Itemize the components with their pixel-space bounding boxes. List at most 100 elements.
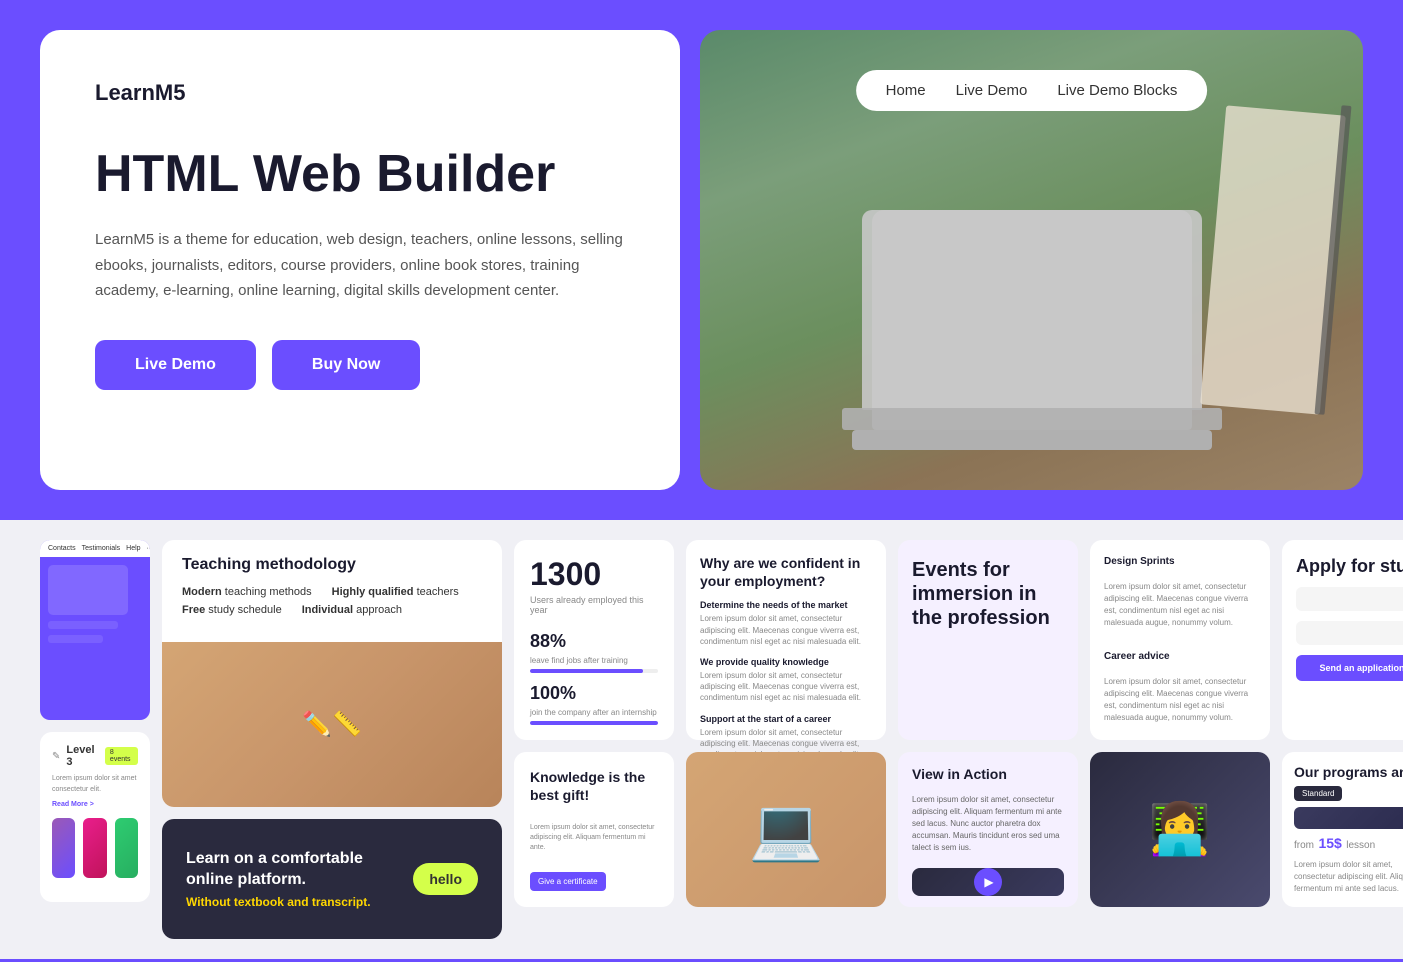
design-sprints-title: Design Sprints [1104, 556, 1256, 567]
testimonials-tab[interactable]: Testimonials [82, 545, 121, 552]
apply-col: Apply for study Send an application Our … [1282, 540, 1403, 907]
individual-approach: Individual approach [302, 604, 402, 616]
confidence-title: Why are we confident in your employment? [700, 554, 872, 590]
bottom-section: Contacts Testimonials Help ··· ✎ Level 3… [0, 520, 1403, 959]
events-col: Events for immersion in the profession V… [898, 540, 1078, 907]
stat-number: 1300 [530, 556, 658, 593]
level-img-1 [52, 818, 75, 878]
progress-bar-2 [530, 721, 658, 725]
free-schedule: Free study schedule [182, 604, 282, 616]
events-title: Events for immersion in the profession [912, 558, 1064, 630]
programs-card: Our programs and Standard from 15$ lesso… [1282, 752, 1403, 907]
stat-number-label: 1300 Users already employed this year [530, 556, 658, 615]
qualified-teachers: Highly qualified teachers [332, 586, 459, 598]
hello-badge: hello [413, 863, 478, 895]
conf-item-1: Determine the needs of the market Lorem … [700, 600, 872, 647]
teaching-row-1: Modern teaching methods Highly qualified… [182, 586, 482, 598]
certificate-button[interactable]: Give a certificate [530, 872, 606, 891]
apply-name-field[interactable] [1296, 587, 1403, 611]
stats-col: 1300 Users already employed this year 88… [514, 540, 674, 907]
design-sprints-card: Design Sprints Lorem ipsum dolor sit ame… [1090, 540, 1270, 740]
teaching-col: Teaching methodology Modern teaching met… [162, 540, 502, 939]
top-section: LearnM5 HTML Web Builder LearnM5 is a th… [0, 0, 1403, 520]
stat-bars: 88% leave find jobs after training 100% … [530, 631, 658, 725]
contacts-tab[interactable]: Contacts [48, 545, 76, 552]
person-icon: 👩‍💻 [1149, 800, 1211, 859]
programs-preview [1294, 807, 1403, 829]
level-body: Lorem ipsum dolor sit amet consectetur e… [52, 774, 138, 795]
confidence-col: Why are we confident in your employment?… [686, 540, 886, 907]
teaching-image [162, 642, 502, 807]
hero-card: LearnM5 HTML Web Builder LearnM5 is a th… [40, 30, 680, 490]
teach-header: Teaching methodology Modern teaching met… [162, 540, 502, 642]
dots-icon: ··· [147, 545, 150, 552]
stat-item-1: 88% leave find jobs after training [530, 631, 658, 673]
conf-item-title-1: Determine the needs of the market [700, 600, 872, 610]
level-card: ✎ Level 3 8 events Lorem ipsum dolor sit… [40, 732, 150, 902]
programs-text: Lorem ipsum dolor sit amet, consectetur … [1294, 859, 1403, 895]
teaching-row-2: Free study schedule Individual approach [182, 604, 482, 616]
programs-title: Our programs and [1294, 764, 1403, 780]
modern-methods: Modern teaching methods [182, 586, 312, 598]
buy-now-button[interactable]: Buy Now [272, 340, 420, 390]
level-img-3 [115, 818, 138, 878]
design-col: Design Sprints Lorem ipsum dolor sit ame… [1090, 540, 1270, 907]
laptop-image-card: 💻 [686, 752, 886, 907]
apply-card: Apply for study Send an application [1282, 540, 1403, 740]
progress-bar-1 [530, 669, 658, 673]
view-in-action-title: View in Action [912, 766, 1064, 782]
from-price: from 15$ lesson [1294, 835, 1403, 853]
apply-submit-button[interactable]: Send an application [1296, 655, 1403, 681]
view-in-action-text: Lorem ipsum dolor sit amet, consectetur … [912, 794, 1064, 854]
apply-phone-field[interactable] [1296, 621, 1403, 645]
level-label: Level 3 [66, 744, 99, 768]
stat-desc-2: join the company after an internship [530, 707, 658, 718]
live-demo-button[interactable]: Live Demo [95, 340, 256, 390]
conf-item-text-2: Lorem ipsum dolor sit amet, consectetur … [700, 670, 872, 704]
online-platform-card: Learn on a comfortable online platform. … [162, 819, 502, 939]
read-more-link[interactable]: Read More > [52, 801, 138, 808]
play-icon: ▶ [984, 875, 993, 889]
hero-description: LearnM5 is a theme for education, web de… [95, 227, 625, 304]
level-images [52, 818, 138, 878]
online-title: Learn on a comfortable online platform. [186, 849, 397, 891]
stat-desc-1: leave find jobs after training [530, 655, 658, 666]
level-header: ✎ Level 3 8 events [52, 744, 138, 768]
col-left: Contacts Testimonials Help ··· ✎ Level 3… [40, 540, 150, 902]
hero-image-wrapper: Home Live Demo Live Demo Blocks [700, 30, 1363, 490]
nav-bar: Home Live Demo Live Demo Blocks [856, 70, 1208, 111]
stat-pct-2: 100% [530, 683, 658, 704]
knowledge-card: Knowledge is the best gift! Lorem ipsum … [514, 752, 674, 907]
nav-item-live-demo-blocks[interactable]: Live Demo Blocks [1057, 82, 1177, 99]
conf-item-title-2: We provide quality knowledge [700, 657, 872, 667]
unit-label: lesson [1346, 840, 1375, 851]
progress-fill-1 [530, 669, 643, 673]
level-img-2 [83, 818, 106, 878]
edit-icon: ✎ [52, 751, 60, 762]
bottom-row-1: Contacts Testimonials Help ··· ✎ Level 3… [40, 540, 1363, 939]
knowledge-text: Lorem ipsum dolor sit amet, consectetur … [530, 823, 658, 852]
logo: LearnM5 [95, 80, 625, 106]
career-advice-title: Career advice [1104, 651, 1256, 662]
nav-item-home[interactable]: Home [886, 82, 926, 99]
help-tab[interactable]: Help [126, 545, 140, 552]
career-advice-text: Lorem ipsum dolor sit amet, consectetur … [1104, 676, 1256, 724]
stat-item-2: 100% join the company after an internshi… [530, 683, 658, 725]
nav-item-live-demo[interactable]: Live Demo [956, 82, 1028, 99]
online-subtitle: Without textbook and transcript. [186, 895, 397, 909]
conf-item-title-3: Support at the start of a career [700, 714, 872, 724]
play-button[interactable]: ▶ [974, 868, 1002, 896]
teaching-title: Teaching methodology [182, 556, 482, 574]
view-in-action-card: View in Action Lorem ipsum dolor sit ame… [898, 752, 1078, 907]
stat-pct-1: 88% [530, 631, 658, 652]
view-in-action-image: ▶ [912, 868, 1064, 896]
conf-item-2: We provide quality knowledge Lorem ipsum… [700, 657, 872, 704]
stats-card: 1300 Users already employed this year 88… [514, 540, 674, 740]
teaching-card: Teaching methodology Modern teaching met… [162, 540, 502, 807]
knowledge-title: Knowledge is the best gift! [530, 768, 658, 804]
price-value: 15$ [1318, 835, 1341, 851]
from-label: from [1294, 840, 1314, 851]
confidence-card: Why are we confident in your employment?… [686, 540, 886, 740]
conf-item-text-1: Lorem ipsum dolor sit amet, consectetur … [700, 613, 872, 647]
apply-title: Apply for study [1296, 556, 1403, 577]
